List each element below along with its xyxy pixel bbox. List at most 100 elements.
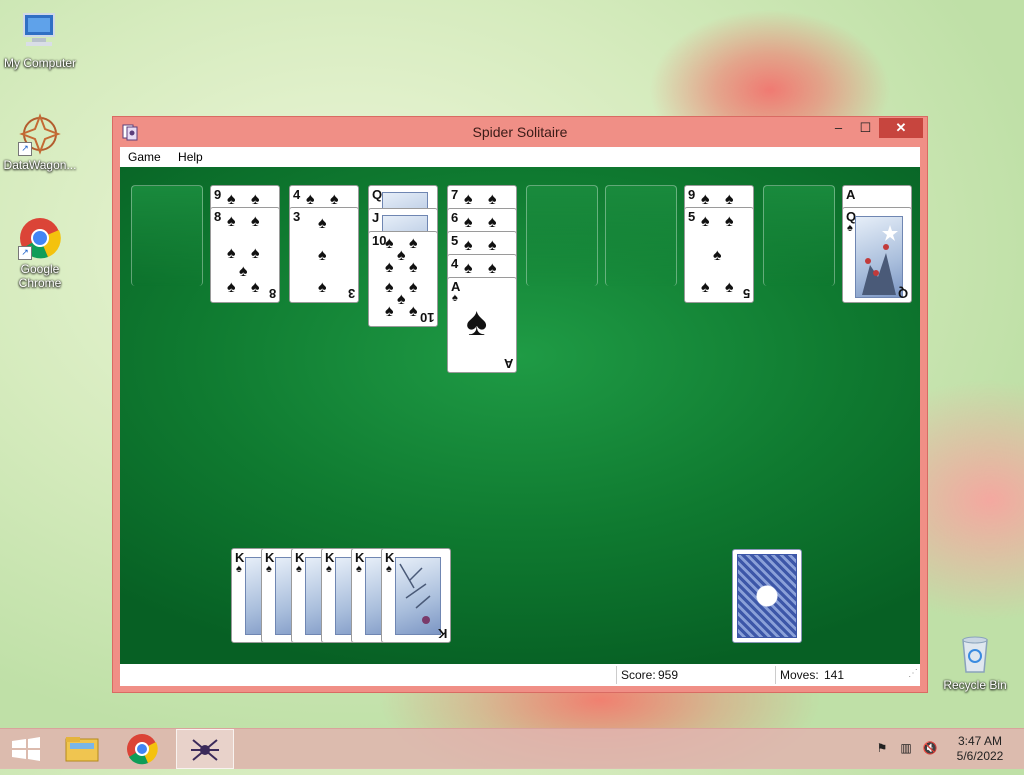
stock-deal-pile[interactable] <box>732 549 802 643</box>
taskbar-google-chrome[interactable] <box>114 729 170 769</box>
spade-icon: ♠ <box>409 235 418 252</box>
spade-icon: ♠ <box>713 247 722 264</box>
card-rank: 10 <box>419 310 434 325</box>
menu-game[interactable]: Game <box>120 147 168 167</box>
taskbar-spider-solitaire[interactable] <box>176 729 234 769</box>
spade-icon: ♠ <box>227 191 236 208</box>
status-separator <box>616 666 617 684</box>
spade-icon: ♠ <box>464 214 473 231</box>
tableau-column-6-empty[interactable] <box>526 185 598 286</box>
spade-icon: ♠ <box>397 247 406 264</box>
desktop-icon-recycle-bin[interactable]: Recycle Bin <box>935 632 1015 692</box>
menu-help[interactable]: Help <box>171 147 210 167</box>
moves-value: 141 <box>824 668 845 682</box>
spade-icon: ♠ <box>452 292 458 304</box>
card-rank: 4 <box>293 187 301 202</box>
action-center-flag-icon[interactable]: ⚑ <box>874 741 890 757</box>
spade-icon: ♠ <box>725 213 734 230</box>
card-rank: 9 <box>688 187 696 202</box>
spade-icon: ♠ <box>464 237 473 254</box>
spade-icon: ♠ <box>266 563 272 575</box>
spade-icon: ♠ <box>464 260 473 277</box>
spade-icon: ♠ <box>227 213 236 230</box>
spade-icon: ♠ <box>397 291 406 308</box>
spade-icon: ♠ <box>466 300 488 344</box>
card-face-art <box>395 557 441 635</box>
score-value: 959 <box>658 668 679 682</box>
start-button[interactable] <box>0 729 56 769</box>
card-rank: 5 <box>451 233 459 248</box>
card-rank: 7 <box>451 187 459 202</box>
desktop-icon-my-computer[interactable]: My Computer <box>0 10 80 70</box>
spider-icon <box>191 739 219 761</box>
spade-icon: ♠ <box>318 247 327 264</box>
desktop-icon-google-chrome[interactable]: ↗ Google Chrome <box>0 216 80 290</box>
card-rank: 8 <box>214 209 222 224</box>
card-rank: A <box>503 356 513 371</box>
computer-icon <box>18 10 62 54</box>
datawagon-icon: ↗ <box>18 112 62 156</box>
card-5-spades[interactable]: 5 ♠ ♠ ♠ ♠ ♠ 5 <box>684 207 754 303</box>
spade-icon: ♠ <box>227 245 236 262</box>
spade-icon: ♠ <box>847 222 853 234</box>
card-rank: 5 <box>742 286 750 301</box>
resize-grip-icon[interactable]: ⋰ <box>908 668 918 680</box>
spade-icon: ♠ <box>296 563 302 575</box>
close-button[interactable]: ✕ <box>879 118 923 138</box>
chrome-icon <box>127 734 158 765</box>
taskbar: ⚑ ▥ 🔇 3:47 AM 5/6/2022 <box>0 728 1024 769</box>
card-rank: K <box>437 626 447 641</box>
spade-icon: ♠ <box>464 191 473 208</box>
spade-icon: ♠ <box>488 191 497 208</box>
spade-icon: ♠ <box>251 245 260 262</box>
card-rank: 6 <box>451 210 459 225</box>
window-title: Spider Solitaire <box>472 124 568 140</box>
spade-icon: ♠ <box>725 191 734 208</box>
card-3-spades[interactable]: 3 ♠ ♠ ♠ 3 <box>289 207 359 303</box>
completed-king-6: K ♠ K <box>381 548 451 643</box>
card-rank: Q <box>372 187 383 202</box>
tableau-column-9-empty[interactable] <box>763 185 835 286</box>
title-bar[interactable]: Spider Solitaire – ☐ ✕ <box>113 117 927 147</box>
card-ace-spades[interactable]: A ♠ ♠ A <box>447 277 517 373</box>
desktop-icon-label: Recycle Bin <box>943 678 1007 692</box>
tableau-column-7-empty[interactable] <box>605 185 677 286</box>
spade-icon: ♠ <box>385 235 394 252</box>
spade-icon: ♠ <box>330 191 339 208</box>
card-rank: J <box>372 210 380 225</box>
spade-icon: ♠ <box>227 279 236 296</box>
card-rank: A <box>846 187 856 202</box>
spade-icon: ♠ <box>251 213 260 230</box>
spade-icon: ♠ <box>488 214 497 231</box>
card-rank: 8 <box>268 286 276 301</box>
game-table: 9 ♠ ♠ 8 ♠ ♠ ♠ ♠ ♠ ♠ ♠ 8 4 ♠ ♠ 3 ♠ ♠ ♠ 3 <box>120 167 920 664</box>
spade-icon: ♠ <box>306 191 315 208</box>
minimize-button[interactable]: – <box>825 118 852 138</box>
spade-icon: ♠ <box>701 191 710 208</box>
tableau-column-1-empty[interactable] <box>131 185 203 286</box>
card-back-pattern <box>737 554 797 638</box>
desktop-icon-label: My Computer <box>3 56 77 70</box>
moves-label: Moves: <box>780 668 819 682</box>
spade-icon: ♠ <box>488 237 497 254</box>
desktop-icon-datawagon[interactable]: ↗ DataWagon... <box>0 112 80 172</box>
spade-icon: ♠ <box>318 215 327 232</box>
chrome-icon: ↗ <box>18 216 62 260</box>
card-8-spades[interactable]: 8 ♠ ♠ ♠ ♠ ♠ ♠ ♠ 8 <box>210 207 280 303</box>
taskbar-file-explorer[interactable] <box>56 729 112 769</box>
spade-icon: ♠ <box>385 279 394 296</box>
maximize-button[interactable]: ☐ <box>852 118 879 138</box>
shortcut-arrow-icon: ↗ <box>18 246 32 260</box>
volume-muted-icon[interactable]: 🔇 <box>922 741 938 757</box>
desktop-icon-label: Google Chrome <box>18 262 62 290</box>
card-rank: 5 <box>688 209 696 224</box>
spade-icon: ♠ <box>251 279 260 296</box>
spade-icon: ♠ <box>318 279 327 296</box>
card-10-spades[interactable]: 10 ♠ ♠ ♠ ♠ ♠ ♠ ♠ ♠ ♠ ♠ 10 <box>368 231 438 327</box>
card-queen-spades[interactable]: Q ♠ Q <box>842 207 912 303</box>
network-icon[interactable]: ▥ <box>898 741 914 757</box>
card-rank: 9 <box>214 187 222 202</box>
card-rank: 3 <box>347 286 355 301</box>
spade-icon: ♠ <box>386 563 392 575</box>
system-clock[interactable]: 3:47 AM 5/6/2022 <box>950 734 1010 764</box>
